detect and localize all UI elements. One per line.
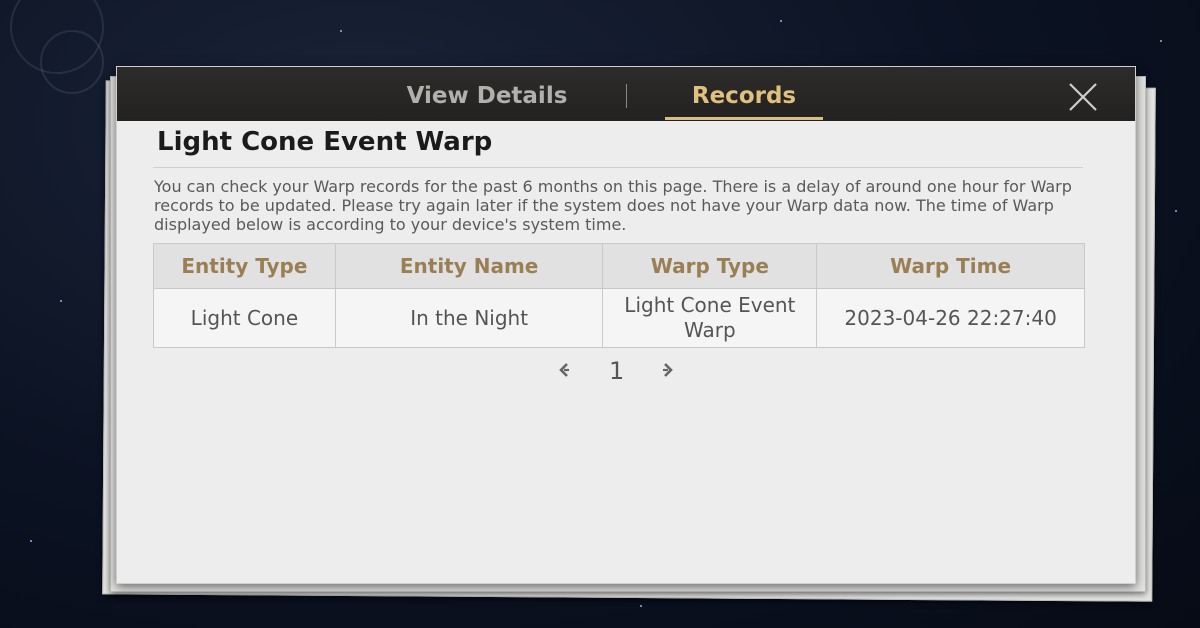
page-title: Light Cone Event Warp [157,127,493,157]
active-tab-underline [665,117,823,120]
current-page-number: 1 [609,357,625,385]
close-x-icon [1069,83,1097,111]
title-divider [153,167,1083,168]
pagination: 1 [547,355,687,389]
chevron-left-icon [559,363,569,377]
tab-divider [626,84,627,108]
cell-warp-time: 2023-04-26 22:27:40 [816,288,1085,348]
column-header-warp-time: Warp Time [816,243,1085,289]
prev-page-button[interactable] [555,359,573,387]
table-header-row: Entity Type Entity Name Warp Type Warp T… [153,243,1085,289]
column-header-warp-type: Warp Type [602,243,818,289]
description-text: You can check your Warp records for the … [154,177,1072,234]
close-button[interactable] [1063,77,1103,117]
warp-records-panel: View Details Records Light Cone Event Wa… [116,66,1136,584]
cell-entity-name: In the Night [334,288,604,348]
cell-entity-type: Light Cone [153,288,336,348]
next-page-button[interactable] [659,359,677,387]
column-header-entity-name: Entity Name [334,243,604,289]
column-header-entity-type: Entity Type [153,243,336,289]
tab-bar: View Details Records [117,67,1135,121]
tab-records[interactable]: Records [665,67,823,121]
cell-warp-type: Light Cone Event Warp [602,288,818,348]
table-row: Light Cone In the Night Light Cone Event… [153,288,1085,348]
warp-records-table: Entity Type Entity Name Warp Type Warp T… [153,243,1085,348]
chevron-right-icon [663,363,673,377]
tab-view-details[interactable]: View Details [377,67,597,121]
